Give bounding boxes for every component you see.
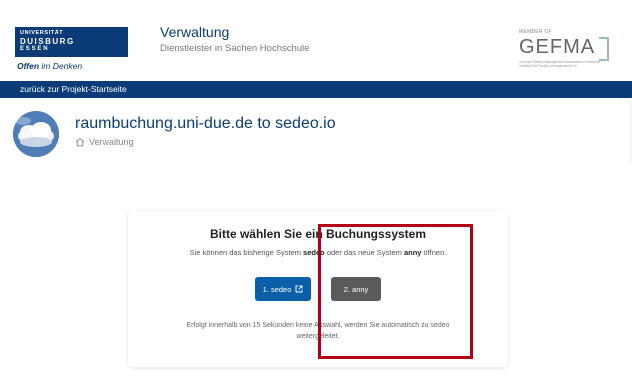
gefma-logo[interactable]: MEMBER OF GEFMA German Facility Manageme…: [519, 29, 609, 69]
desc-prefix: Sie können das bisherige System: [189, 248, 304, 257]
sedeo-button-label: 1. sedeo: [262, 284, 292, 294]
sky-cloud-icon: [13, 111, 59, 157]
gefma-frame: [599, 37, 609, 61]
org-title[interactable]: Verwaltung: [160, 24, 229, 40]
site-header: UNIVERSITÄT DUISBURG ESSEN Offen im Denk…: [0, 0, 632, 82]
breadcrumb[interactable]: Verwaltung: [75, 137, 134, 147]
gefma-member-text: MEMBER OF: [519, 29, 552, 35]
edge-shadow: [628, 102, 632, 162]
uni-tagline: Offen im Denken: [17, 61, 82, 71]
tagline-suffix: im Denken: [41, 61, 83, 71]
uni-logo-line2: DUISBURG: [20, 37, 75, 46]
project-avatar: [13, 111, 59, 157]
nav-bar: zurück zur Projekt-Startseite: [0, 81, 632, 98]
org-subtitle: Dienstleister in Sachen Hochschule: [160, 43, 310, 54]
back-to-project-link[interactable]: zurück zur Projekt-Startseite: [20, 84, 127, 94]
home-icon: [75, 137, 85, 147]
sedeo-button[interactable]: 1. sedeo: [255, 277, 311, 301]
gefma-fine-print: German Facility Management Association D…: [519, 60, 601, 68]
external-link-icon: [295, 285, 303, 293]
uni-logo-line3: ESSEN: [20, 46, 50, 52]
page: UNIVERSITÄT DUISBURG ESSEN Offen im Denk…: [0, 0, 632, 390]
university-logo[interactable]: UNIVERSITÄT DUISBURG ESSEN: [15, 27, 128, 57]
gefma-brand: GEFMA: [519, 36, 596, 58]
tagline-prefix: Offen: [17, 61, 40, 71]
uni-logo-line1: UNIVERSITÄT: [20, 30, 64, 36]
highlight-annotation-box: [318, 224, 473, 359]
breadcrumb-label: Verwaltung: [89, 137, 134, 147]
project-title: raumbuchung.uni-due.de to sedeo.io: [75, 115, 336, 132]
